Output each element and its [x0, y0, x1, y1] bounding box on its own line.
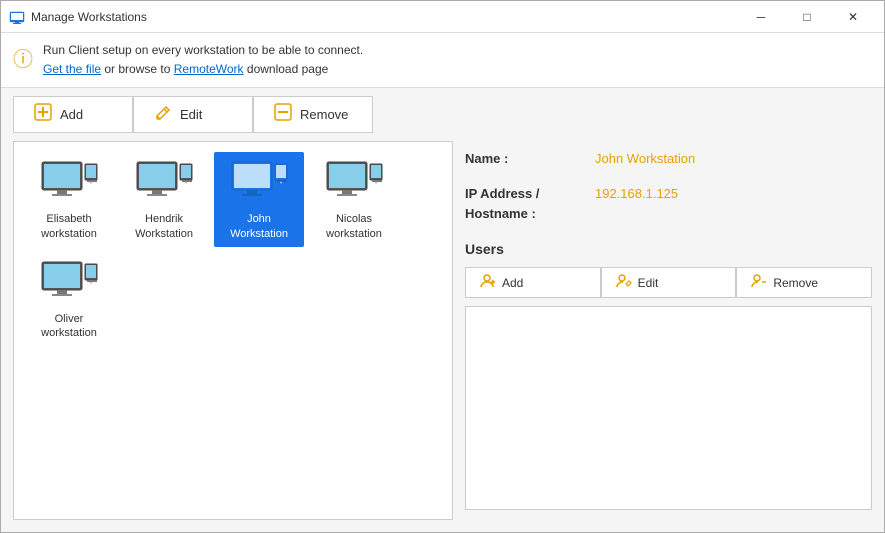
window-title: Manage Workstations — [31, 10, 738, 24]
ip-row: IP Address /Hostname : 192.168.1.125 — [465, 184, 872, 223]
edit-icon — [154, 103, 172, 126]
users-toolbar: Add Edit — [465, 267, 872, 298]
edit-workstation-button[interactable]: Edit — [133, 96, 253, 133]
workstation-label-nicolas: Nicolasworkstation — [326, 212, 382, 241]
details-panel: Name : John Workstation IP Address /Host… — [465, 141, 872, 520]
add-user-icon — [480, 273, 496, 292]
remove-user-button[interactable]: Remove — [736, 267, 872, 298]
remove-user-icon — [751, 273, 767, 292]
workstation-label-elisabeth: Elisabethworkstation — [41, 212, 97, 241]
edit-user-button[interactable]: Edit — [601, 267, 737, 298]
add-user-button[interactable]: Add — [465, 267, 601, 298]
info-icon: ⓘ — [13, 43, 33, 72]
workstation-item-nicolas[interactable]: Nicolasworkstation — [309, 152, 399, 247]
info-line3: download page — [247, 62, 328, 76]
add-workstation-button[interactable]: Add — [13, 96, 133, 133]
name-label: Name : — [465, 151, 595, 166]
workstation-icon-hendrik — [129, 158, 199, 208]
main-content: Elisabethworkstation Hendr — [1, 141, 884, 532]
minimize-button[interactable]: ─ — [738, 1, 784, 33]
add-user-label: Add — [502, 276, 523, 290]
maximize-button[interactable]: □ — [784, 1, 830, 33]
remove-label: Remove — [300, 107, 348, 122]
workstation-item-hendrik[interactable]: HendrikWorkstation — [119, 152, 209, 247]
remove-workstation-button[interactable]: Remove — [253, 96, 373, 133]
remove-icon — [274, 103, 292, 126]
workstation-icon-oliver — [34, 258, 104, 308]
remove-user-label: Remove — [773, 276, 818, 290]
workstation-label-oliver: Oliverworkstation — [41, 312, 97, 341]
add-label: Add — [60, 107, 83, 122]
edit-user-icon — [616, 273, 632, 292]
workstation-label-john: JohnWorkstation — [230, 212, 288, 241]
get-file-link[interactable]: Get the file — [43, 62, 101, 76]
info-line1: Run Client setup on every workstation to… — [43, 43, 363, 57]
remotework-link[interactable]: RemoteWork — [174, 62, 244, 76]
edit-label: Edit — [180, 107, 202, 122]
users-title: Users — [465, 241, 872, 257]
window-icon — [9, 9, 25, 25]
workstation-label-hendrik: HendrikWorkstation — [135, 212, 193, 241]
workstation-item-elisabeth[interactable]: Elisabethworkstation — [24, 152, 114, 247]
workstations-panel: Elisabethworkstation Hendr — [13, 141, 453, 520]
workstation-item-oliver[interactable]: Oliverworkstation — [24, 252, 114, 347]
info-bar: ⓘ Run Client setup on every workstation … — [1, 33, 884, 88]
workstation-icon-john — [224, 158, 294, 208]
add-icon — [34, 103, 52, 126]
main-window: Manage Workstations ─ □ ✕ ⓘ Run Client s… — [0, 0, 885, 533]
info-text: Run Client setup on every workstation to… — [43, 41, 363, 79]
title-bar: Manage Workstations ─ □ ✕ — [1, 1, 884, 33]
close-button[interactable]: ✕ — [830, 1, 876, 33]
ip-label: IP Address /Hostname : — [465, 184, 595, 223]
name-value: John Workstation — [595, 151, 695, 166]
info-line2: or browse to — [104, 62, 173, 76]
workstation-icon-nicolas — [319, 158, 389, 208]
title-bar-buttons: ─ □ ✕ — [738, 1, 876, 33]
main-toolbar: Add Edit Remove — [1, 88, 884, 141]
ip-value: 192.168.1.125 — [595, 186, 678, 201]
name-row: Name : John Workstation — [465, 151, 872, 166]
users-list[interactable] — [465, 306, 872, 510]
workstation-icon-elisabeth — [34, 158, 104, 208]
edit-user-label: Edit — [638, 276, 659, 290]
workstation-item-john[interactable]: JohnWorkstation — [214, 152, 304, 247]
